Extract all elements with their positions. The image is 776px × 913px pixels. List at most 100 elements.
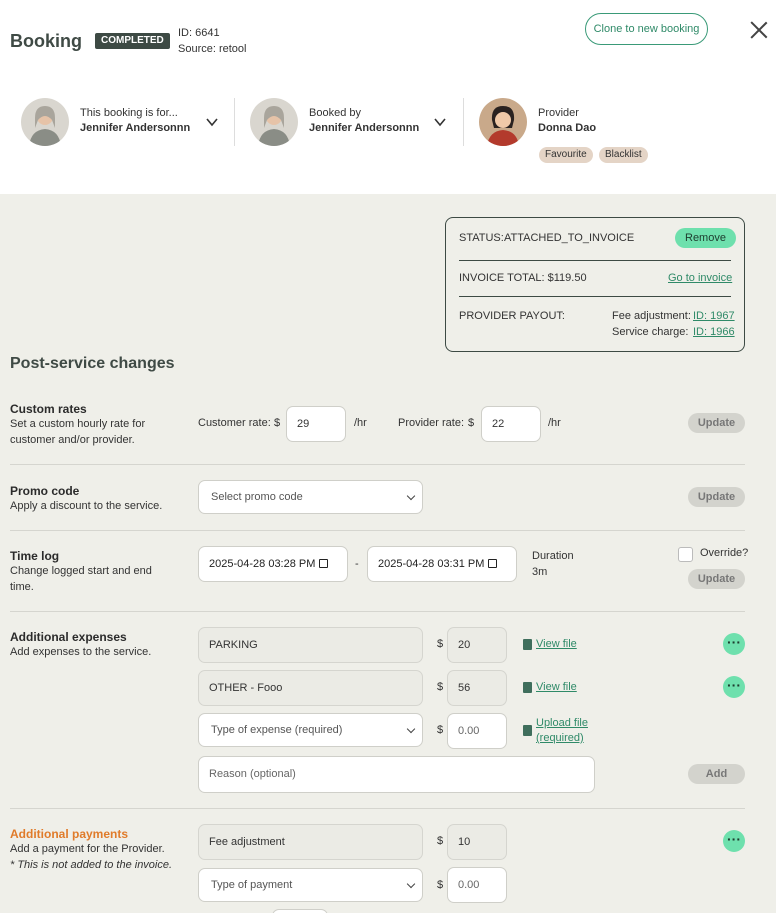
divider [459,296,731,297]
provider-rate-input[interactable]: 22 [481,406,541,442]
expenses-title: Additional expenses [10,630,127,644]
status-badge: COMPLETED [95,33,170,49]
update-rates-button[interactable]: Update [688,413,745,433]
payment-amount-input[interactable]: 0.00 [447,867,507,903]
divider [459,260,731,261]
blacklist-tag[interactable]: Blacklist [599,147,648,163]
customer-rate-input[interactable]: 29 [286,406,346,442]
close-icon[interactable] [748,19,770,41]
currency-symbol: $ [468,417,475,429]
calendar-icon[interactable] [488,559,498,568]
calendar-icon[interactable] [319,559,329,568]
custom-rates-info: Custom rates Set a custom hourly rate fo… [10,402,145,448]
end-time-input[interactable]: 2025-04-28 03:31 PM [367,546,517,582]
expense-type-select[interactable]: Type of expense (required) [198,713,423,747]
upload-file-required[interactable]: (required) [536,731,588,746]
upload-file-link[interactable]: Upload file (required) [536,716,588,746]
add-expense-button[interactable]: Add [688,764,745,784]
promo-desc: Apply a discount to the service. [10,500,163,512]
status-label: STATUS: [459,232,504,244]
currency-symbol: $ [437,835,444,847]
booker-avatar [250,98,298,146]
booker-info: Booked by Jennifer Andersonnn [309,107,419,134]
file-icon [523,682,532,693]
divider [463,98,464,146]
upload-file-text[interactable]: Upload file [536,716,588,731]
provider-payout-label: PROVIDER PAYOUT: [459,310,565,322]
view-file-link[interactable]: View file [536,681,577,693]
file-icon [523,639,532,650]
status-panel: STATUS: ATTACHED_TO_INVOICE Remove INVOI… [445,217,745,352]
currency-symbol: $ [274,417,281,429]
page-title: Booking [10,31,82,51]
booker-label: Booked by [309,107,361,119]
duration-value: 3m [532,566,548,578]
more-options-icon[interactable]: ··· [723,830,745,852]
expense-amount-input[interactable]: 0.00 [447,713,507,749]
currency-symbol: $ [437,724,444,736]
fee-adjustment-label: Fee adjustment: [612,310,691,322]
per-hour-unit: /hr [548,417,561,429]
more-options-icon[interactable]: ··· [723,633,745,655]
divider [10,611,745,612]
go-to-invoice-link[interactable]: Go to invoice [668,272,732,284]
service-charge-link[interactable]: ID: 1966 [693,326,735,338]
divider [10,530,745,531]
time-range-dash: - [355,558,359,570]
start-time-value: 2025-04-28 03:28 PM [209,558,316,570]
invoice-total: INVOICE TOTAL: $119.50 [459,272,587,284]
divider [10,464,745,465]
view-file-link[interactable]: View file [536,638,577,650]
expense-reason-textarea[interactable]: Reason (optional) [198,756,595,793]
customer-label: This booking is for... [80,107,178,119]
payment-type-field: Fee adjustment [198,824,423,860]
expense-type-field: PARKING [198,627,423,663]
payments-info: Additional payments Add a payment for th… [10,827,172,873]
partial-input[interactable] [272,909,328,913]
more-options-icon[interactable]: ··· [723,676,745,698]
remove-button[interactable]: Remove [675,228,736,248]
expense-type-field: OTHER - Fooo [198,670,423,706]
promo-info: Promo code Apply a discount to the servi… [10,484,162,514]
update-promo-button[interactable]: Update [688,487,745,507]
customer-name: Jennifer Andersonnn [80,122,191,134]
promo-title: Promo code [10,484,80,498]
payments-title: Additional payments [10,827,129,841]
booker-name: Jennifer Andersonnn [309,122,420,134]
fee-adjustment-link[interactable]: ID: 1967 [693,310,735,322]
currency-symbol: $ [437,681,444,693]
end-time-value: 2025-04-28 03:31 PM [378,558,485,570]
start-time-input[interactable]: 2025-04-28 03:28 PM [198,546,348,582]
favourite-tag[interactable]: Favourite [539,147,593,163]
divider [234,98,235,146]
provider-label: Provider [538,107,579,119]
expenses-desc: Add expenses to the service. [10,646,152,658]
currency-symbol: $ [437,638,444,650]
customer-info: This booking is for... Jennifer Anderson… [80,107,190,134]
expense-amount-field: 20 [447,627,507,663]
time-log-desc: Change logged start and end [10,565,152,577]
payment-type-select[interactable]: Type of payment [198,868,423,902]
override-checkbox[interactable] [678,547,693,562]
section-heading: Post-service changes [10,355,175,372]
promo-code-select[interactable]: Select promo code [198,480,423,514]
time-log-info: Time log Change logged start and end tim… [10,549,152,595]
clone-booking-button[interactable]: Clone to new booking [585,13,708,45]
chevron-down-icon[interactable] [433,115,447,129]
update-time-button[interactable]: Update [688,569,745,589]
customer-avatar [21,98,69,146]
file-icon [523,725,532,736]
payments-desc: Add a payment for the Provider. [10,843,165,855]
chevron-down-icon[interactable] [205,115,219,129]
payments-note: * This is not added to the invoice. [10,859,173,871]
expense-amount-field: 56 [447,670,507,706]
currency-symbol: $ [437,879,444,891]
custom-rates-desc: customer and/or provider. [10,434,135,446]
provider-info: Provider Donna Dao [538,107,596,134]
time-log-desc: time. [10,581,34,593]
custom-rates-desc: Set a custom hourly rate for [10,418,146,430]
provider-name: Donna Dao [538,122,597,134]
duration-label: Duration [532,550,574,562]
booking-meta: ID: 6641 Source: retool [178,25,246,57]
customer-rate-label: Customer rate: [198,417,271,429]
